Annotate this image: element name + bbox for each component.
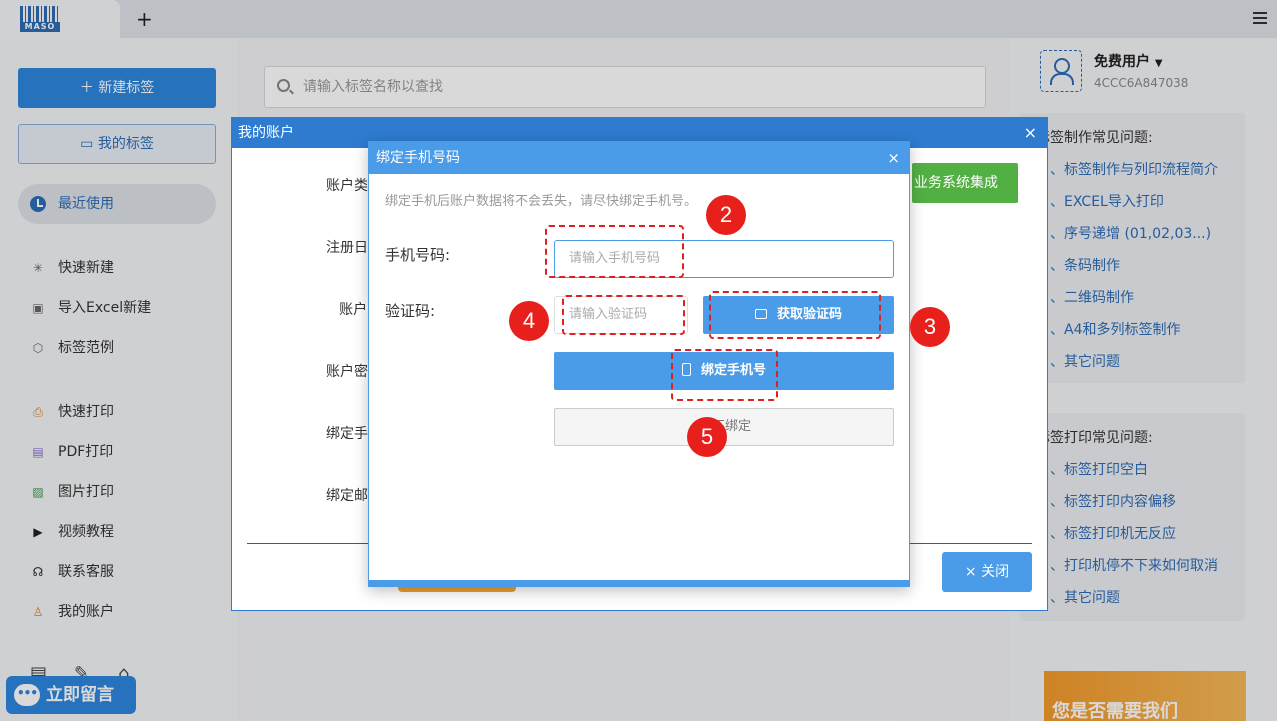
close-button[interactable]: × 关闭 <box>942 552 1032 592</box>
bind-hint: 绑定手机后账户数据将不会丢失，请尽快绑定手机号。 <box>385 194 698 209</box>
step-marker: 5 <box>687 417 727 457</box>
x-icon: × <box>964 564 982 580</box>
step-marker: 2 <box>706 195 746 235</box>
code-label: 验证码: <box>385 302 436 320</box>
highlight-bind-button <box>671 349 778 401</box>
highlight-phone-input <box>545 225 684 278</box>
highlight-code-input <box>562 295 685 335</box>
bind-phone-dialog: 绑定手机号码 × 绑定手机后账户数据将不会丢失，请尽快绑定手机号。 手机号码: … <box>368 141 910 587</box>
close-icon[interactable]: × <box>1024 124 1037 142</box>
phone-label: 手机号码: <box>385 246 451 264</box>
bind-dialog-title: 绑定手机号码 <box>369 142 909 174</box>
close-icon[interactable]: × <box>887 151 900 166</box>
dialog-footer-bar <box>369 580 909 586</box>
step-marker: 3 <box>910 307 950 347</box>
business-integration-button[interactable]: 业务系统集成 <box>912 163 1018 203</box>
highlight-get-code <box>709 291 881 339</box>
step-marker: 4 <box>509 301 549 341</box>
